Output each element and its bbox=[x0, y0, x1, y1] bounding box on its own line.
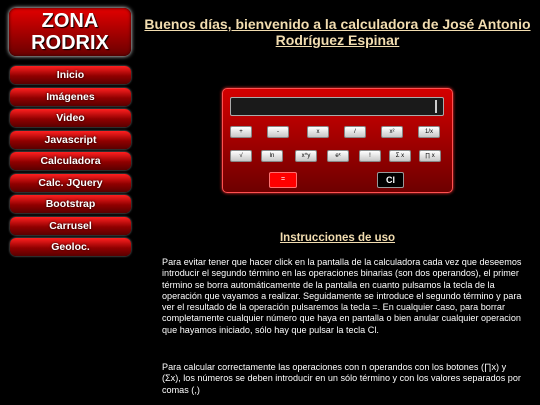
key-ln[interactable]: ln bbox=[261, 150, 283, 162]
calculator: + - x / x² 1/x √ ln x^y eˣ ! Σ x ∏ x = C… bbox=[222, 88, 453, 193]
key-equals[interactable]: = bbox=[269, 172, 297, 188]
instructions-paragraph-2: Para calcular correctamente las operacio… bbox=[162, 362, 521, 395]
key-clear[interactable]: Cl bbox=[377, 172, 404, 188]
key-multiply[interactable]: x bbox=[307, 126, 329, 138]
nav-item-imagenes[interactable]: Imágenes bbox=[10, 87, 131, 106]
key-divide[interactable]: / bbox=[344, 126, 366, 138]
logo-line-2: RODRIX bbox=[31, 32, 109, 54]
nav-item-javascript[interactable]: Javascript bbox=[10, 130, 131, 149]
sidebar-nav: Inicio Imágenes Video Javascript Calcula… bbox=[10, 66, 131, 260]
nav-item-bootstrap[interactable]: Bootstrap bbox=[10, 195, 131, 213]
calculator-display[interactable] bbox=[230, 97, 444, 116]
site-logo[interactable]: ZONA RODRIX bbox=[9, 8, 131, 56]
nav-item-inicio[interactable]: Inicio bbox=[10, 66, 131, 84]
key-subtract[interactable]: - bbox=[267, 126, 289, 138]
key-power[interactable]: x^y bbox=[295, 150, 317, 162]
key-factorial[interactable]: ! bbox=[359, 150, 381, 162]
key-reciprocal[interactable]: 1/x bbox=[418, 126, 440, 138]
nav-item-calc-jquery[interactable]: Calc. JQuery bbox=[10, 173, 131, 192]
instructions-paragraph-1: Para evitar tener que hacer click en la … bbox=[162, 257, 522, 335]
display-scrollbar[interactable] bbox=[435, 100, 437, 113]
logo-line-1: ZONA bbox=[41, 10, 99, 32]
key-product[interactable]: ∏ x bbox=[419, 150, 441, 162]
nav-item-geoloc[interactable]: Geoloc. bbox=[10, 238, 131, 256]
nav-item-calculadora[interactable]: Calculadora bbox=[10, 152, 131, 170]
key-square[interactable]: x² bbox=[381, 126, 403, 138]
key-sqrt[interactable]: √ bbox=[230, 150, 252, 162]
page-title: Buenos días, bienvenido a la calculadora… bbox=[144, 16, 531, 48]
key-exp[interactable]: eˣ bbox=[327, 150, 349, 162]
nav-item-video[interactable]: Video bbox=[10, 109, 131, 127]
key-add[interactable]: + bbox=[230, 126, 252, 138]
instructions-title: Instrucciones de uso bbox=[279, 232, 396, 244]
key-sum[interactable]: Σ x bbox=[389, 150, 411, 162]
nav-item-carrusel[interactable]: Carrusel bbox=[10, 216, 131, 235]
